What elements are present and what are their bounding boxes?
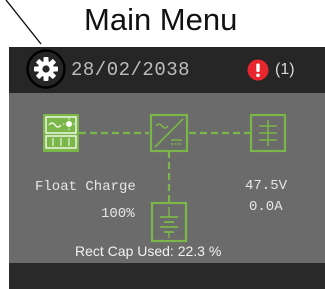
date-display: 28/02/2038 <box>71 59 191 81</box>
alarm-exclamation-icon[interactable] <box>247 59 269 81</box>
battery-state-label: Float Charge <box>35 179 136 195</box>
callout-pointer-line <box>5 0 42 45</box>
ac-source-icon[interactable] <box>43 114 79 152</box>
status-bar: 28/02/2038 (1) <box>9 47 325 93</box>
rectifier-icon[interactable] <box>149 113 189 153</box>
callout-title: Main Menu <box>84 2 238 37</box>
output-voltage-value: 47.5V <box>245 178 288 194</box>
dc-load-icon[interactable] <box>249 113 287 153</box>
battery-level-value: 100% <box>101 206 135 222</box>
rect-cap-used-label: Rect Cap Used: 22.3 % <box>75 243 222 259</box>
main-menu-button[interactable] <box>26 49 66 89</box>
output-current-value: 0.0A <box>249 199 283 215</box>
alarm-count[interactable]: (1) <box>275 61 295 79</box>
power-flow-diagram: Float Charge 100% 47.5V 0.0A <box>9 93 325 263</box>
battery-icon[interactable] <box>150 201 188 243</box>
device-screen: 28/02/2038 (1) Float Charge 100% 47.5V 0… <box>9 47 325 289</box>
gear-icon <box>26 49 66 89</box>
bottom-bar <box>9 263 325 289</box>
